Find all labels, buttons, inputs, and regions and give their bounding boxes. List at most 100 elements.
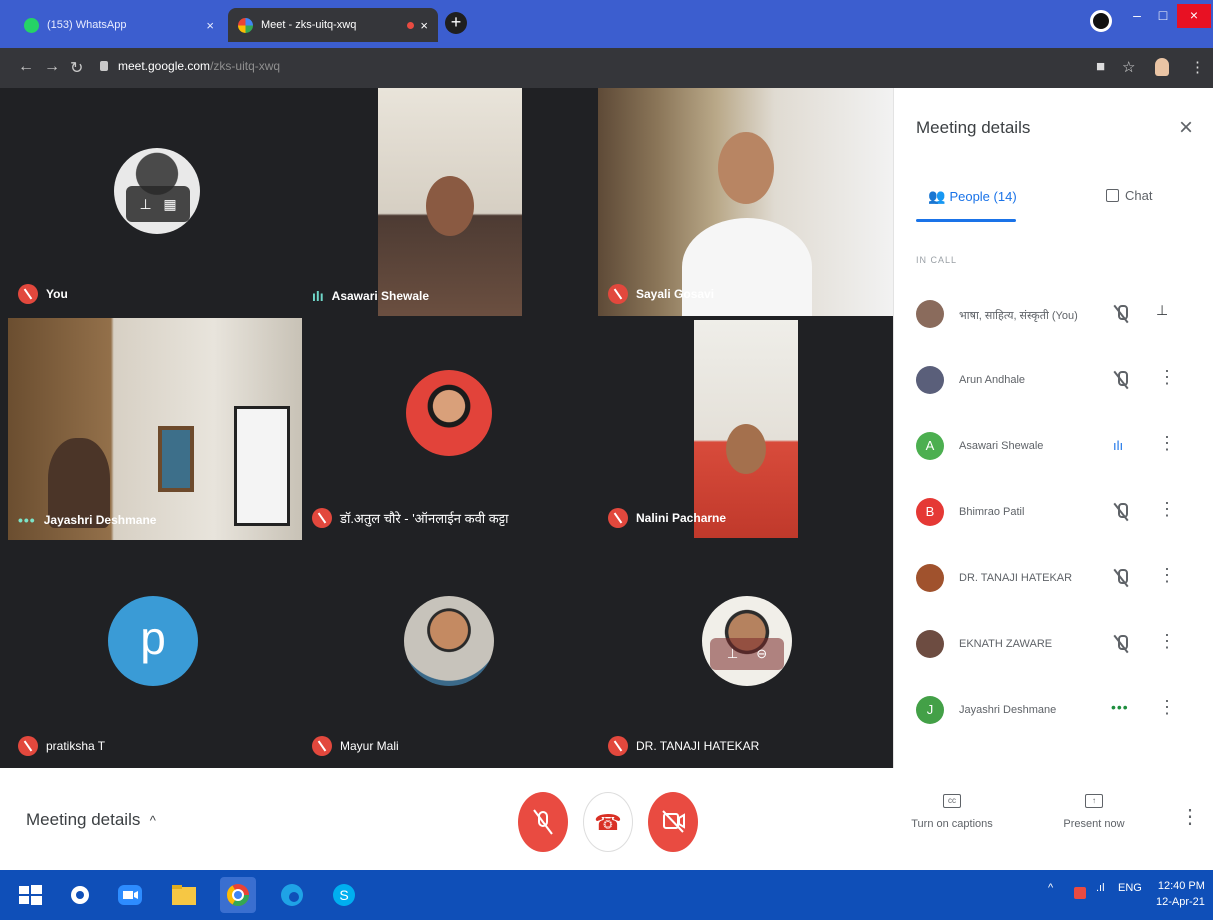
tab-people[interactable]: 👥 People (14) xyxy=(928,188,1017,205)
avatar xyxy=(916,630,944,658)
tile-overlay: ⊥ ▦ xyxy=(126,186,190,222)
url-field[interactable]: meet.google.com/zks-uitq-xwq xyxy=(118,59,280,73)
maximize-button[interactable]: □ xyxy=(1150,4,1176,28)
reload-icon[interactable]: ↻ xyxy=(70,58,83,78)
section-label: IN CALL xyxy=(916,255,958,265)
more-options-icon[interactable]: ⋮ xyxy=(1158,368,1176,386)
url-host: meet.google.com xyxy=(118,59,211,73)
recording-dot-icon xyxy=(407,21,415,29)
mic-off-icon xyxy=(608,736,628,756)
video-tile[interactable]: ⊥ ▦ You xyxy=(8,88,302,316)
fullscreen-icon[interactable]: ▦ xyxy=(163,196,176,212)
participant-name: ••• Jayashri Deshmane xyxy=(18,512,157,528)
tab-title: (153) WhatsApp xyxy=(47,19,127,31)
extension-icon[interactable] xyxy=(1090,10,1112,32)
tab-chat[interactable]: Chat xyxy=(1106,188,1152,203)
tab-close-icon[interactable]: × xyxy=(206,18,214,33)
participant-name: Bhimrao Patil xyxy=(959,506,1025,518)
mic-off-icon xyxy=(1114,370,1128,390)
more-options-icon[interactable]: ⋮ xyxy=(1158,434,1176,452)
tab-whatsapp[interactable]: (153) WhatsApp × xyxy=(14,8,224,42)
present-now-button[interactable]: ↑ Present now xyxy=(1052,794,1136,830)
pin-icon[interactable]: ⊥ xyxy=(139,196,151,212)
avatar: p xyxy=(108,596,198,686)
whatsapp-icon xyxy=(24,17,39,33)
people-icon: 👥 xyxy=(928,188,946,204)
windows-start-icon[interactable] xyxy=(12,877,48,913)
video-tile[interactable]: p pratiksha T xyxy=(8,542,302,768)
star-icon[interactable]: ☆ xyxy=(1122,58,1135,76)
mic-off-icon xyxy=(18,736,38,756)
more-options-icon[interactable]: ⋮ xyxy=(1158,500,1176,518)
avatar xyxy=(404,596,494,686)
lock-icon xyxy=(100,61,108,71)
participant-name: Asawari Shewale xyxy=(959,440,1044,452)
clock[interactable]: 12:40 PM 12-Apr-21 xyxy=(1156,878,1205,910)
video-tile[interactable]: ılı Asawari Shewale xyxy=(302,88,592,316)
forward-icon[interactable]: → xyxy=(44,58,60,76)
video-tile[interactable]: Mayur Mali xyxy=(302,542,592,768)
video-tile[interactable]: Nalini Pacharne xyxy=(598,318,893,540)
tab-meet[interactable]: Meet - zks-uitq-xwq × xyxy=(228,8,438,42)
camera-toggle-button[interactable] xyxy=(648,792,698,852)
participant-row[interactable]: B Bhimrao Patil ⋮ xyxy=(916,494,1206,534)
speaking-icon: ılı xyxy=(312,288,324,304)
avatar xyxy=(916,366,944,394)
language-indicator[interactable]: ENG xyxy=(1118,882,1142,894)
close-panel-button[interactable]: × xyxy=(1179,114,1193,142)
participant-row[interactable]: Arun Andhale ⋮ xyxy=(916,362,1206,402)
mic-off-icon xyxy=(1114,634,1128,654)
address-bar: ← → ↻ meet.google.com/zks-uitq-xwq ■ ☆ ⋮ xyxy=(0,48,1213,88)
app-icon[interactable] xyxy=(62,877,98,913)
back-icon[interactable]: ← xyxy=(18,58,34,76)
participant-row[interactable]: DR. TANAJI HATEKAR ⋮ xyxy=(916,560,1206,600)
video-feed-face xyxy=(426,176,474,236)
network-alert-icon[interactable] xyxy=(1074,887,1086,899)
avatar xyxy=(916,300,944,328)
more-options-icon[interactable]: ⋮ xyxy=(1180,804,1200,829)
zoom-icon[interactable] xyxy=(112,877,148,913)
participant-name: Sayali Gosavi xyxy=(608,284,714,304)
participant-name: ılı Asawari Shewale xyxy=(312,288,430,304)
more-options-icon[interactable]: ⋮ xyxy=(1158,698,1176,716)
tab-close-icon[interactable]: × xyxy=(420,18,428,33)
browser-tab-bar: (153) WhatsApp × Meet - zks-uitq-xwq × +… xyxy=(0,0,1213,48)
new-tab-button[interactable]: + xyxy=(445,12,467,34)
camera-icon[interactable]: ■ xyxy=(1096,58,1105,75)
remove-icon[interactable]: ⊖ xyxy=(756,646,767,661)
mic-off-icon xyxy=(312,736,332,756)
meeting-controls-bar: Meeting details ^ ☎ cc Turn on captions … xyxy=(0,768,1213,870)
present-icon: ↑ xyxy=(1085,794,1103,808)
video-tile[interactable]: ⊥ ⊖ DR. TANAJI HATEKAR xyxy=(598,542,893,768)
meet-icon xyxy=(238,17,253,33)
participant-row[interactable]: J Jayashri Deshmane ••• ⋮ xyxy=(916,692,1206,732)
minimize-button[interactable]: – xyxy=(1124,4,1150,28)
captions-button[interactable]: cc Turn on captions xyxy=(900,794,1004,830)
leave-call-button[interactable]: ☎ xyxy=(583,792,633,852)
mic-toggle-button[interactable] xyxy=(518,792,568,852)
file-explorer-icon[interactable] xyxy=(166,877,202,913)
chrome-icon[interactable] xyxy=(220,877,256,913)
profile-icon[interactable] xyxy=(1155,58,1169,76)
video-tile[interactable]: ••• Jayashri Deshmane xyxy=(8,318,302,540)
participant-row[interactable]: भाषा, साहित्य, संस्कृती (You) ⊥ xyxy=(916,296,1206,336)
pin-icon[interactable]: ⊥ xyxy=(727,646,738,661)
close-window-button[interactable]: × xyxy=(1177,4,1211,28)
menu-icon[interactable]: ⋮ xyxy=(1190,58,1205,76)
mic-off-icon xyxy=(533,809,553,835)
chevron-up-icon[interactable]: ^ xyxy=(1048,882,1053,894)
mic-off-icon xyxy=(1114,568,1128,588)
more-options-icon[interactable]: ⋮ xyxy=(1158,566,1176,584)
participant-row[interactable]: A Asawari Shewale ılı ⋮ xyxy=(916,428,1206,468)
more-options-icon[interactable]: ⋮ xyxy=(1158,632,1176,650)
camera-off-icon xyxy=(662,810,685,833)
windows-taskbar: S ^ .ıl ENG 12:40 PM 12-Apr-21 xyxy=(0,870,1213,920)
signal-icon[interactable]: .ıl xyxy=(1096,882,1105,894)
mic-off-icon xyxy=(1114,304,1128,324)
video-tile[interactable]: Sayali Gosavi xyxy=(598,88,893,316)
participant-row[interactable]: EKNATH ZAWARE ⋮ xyxy=(916,626,1206,666)
meeting-details-button[interactable]: Meeting details ^ xyxy=(26,810,156,830)
pin-icon[interactable]: ⊥ xyxy=(1156,302,1168,319)
edge-icon[interactable] xyxy=(274,877,310,913)
skype-icon[interactable]: S xyxy=(326,877,362,913)
